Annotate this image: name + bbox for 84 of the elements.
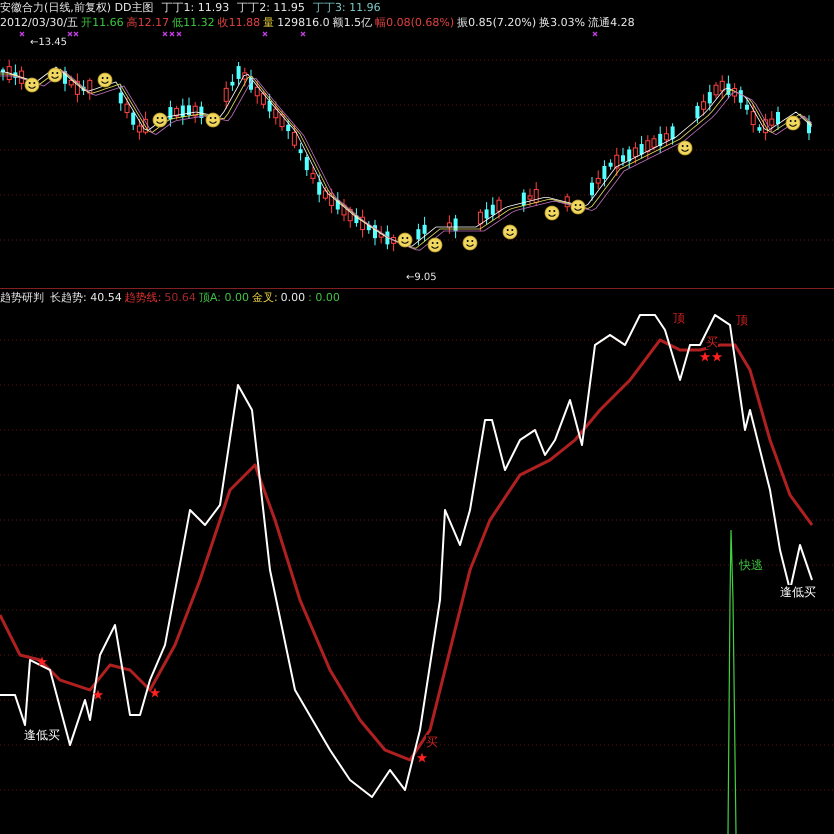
star-icon [92, 690, 104, 700]
quote-value: 开11.66 [81, 15, 124, 30]
quote-value: 流通4.28 [588, 15, 635, 30]
smiley-icon [206, 112, 220, 128]
candlestick [590, 176, 594, 202]
candlestick [522, 188, 526, 212]
quote-value: 高12.17 [126, 15, 170, 30]
signal-label: 逢低买 [780, 585, 816, 599]
candlestick [310, 166, 316, 184]
candlestick [1, 67, 5, 81]
indicator-value: 0.00 [280, 291, 306, 304]
quote-value: 2012/03/30/五 [0, 15, 78, 30]
signal-label: 买 [706, 335, 718, 349]
indicator-value: 金叉: [252, 290, 278, 305]
candlestick [621, 147, 625, 166]
indicator-title: 趋势研判 [0, 290, 44, 305]
candlestick [19, 66, 24, 90]
quote-value: 收11.88 [218, 15, 260, 30]
quote-value: 129816.0 [277, 16, 330, 29]
signal-label: 顶 [736, 313, 748, 327]
signal-label: 顶 [673, 311, 685, 325]
star-icon [416, 752, 428, 762]
smiley-icon [544, 206, 560, 220]
signal-label: 逢低买 [24, 728, 60, 742]
candlestick [416, 223, 420, 246]
quote-value: 额1.5亿 [332, 15, 372, 30]
indicator-value: 顶A: 0.00 [198, 290, 249, 305]
candlestick [564, 193, 570, 212]
signal-label: 快逃 [739, 558, 763, 572]
star-icon [36, 656, 48, 666]
smiley-icon [152, 112, 168, 128]
quote-value: 低11.32 [172, 15, 215, 30]
quote-value: 量 [263, 15, 274, 30]
signal-label: 买 [426, 735, 438, 749]
candlestick [695, 102, 700, 124]
indicator-value: : 0.00 [308, 291, 340, 304]
quote-value: 换3.03% [539, 15, 586, 30]
candlestick [454, 214, 458, 239]
cross-mark-icon [300, 31, 306, 37]
smiley-icon [678, 140, 692, 156]
candlestick [670, 122, 675, 146]
cross-mark-icon [262, 31, 268, 37]
quote-value: 振0.85(7.20%) [457, 15, 536, 30]
candlestick [168, 100, 172, 128]
candlestick [63, 66, 67, 92]
candlestick [496, 196, 502, 220]
candlestick [422, 216, 427, 242]
candlestick [249, 69, 253, 94]
smiley-icon [462, 236, 478, 250]
candlestick [490, 196, 495, 221]
smiley-icon [24, 78, 40, 92]
smiley-icon [98, 72, 112, 88]
candlestick [187, 97, 191, 120]
candlestick [391, 234, 396, 252]
cross-mark-icon [19, 31, 25, 37]
candlestick [776, 106, 780, 130]
indicator-value: 50.64 [164, 291, 196, 304]
star-icon [712, 352, 722, 362]
smiley-icon [502, 224, 518, 240]
smiley-icon [570, 200, 586, 214]
candlestick [807, 114, 811, 140]
candlestick [304, 154, 309, 176]
candlestick [745, 96, 749, 116]
quote-value: 幅0.08(0.68%) [375, 15, 454, 30]
legend-value: 丁丁1: 11.93 [162, 0, 230, 15]
legend-value: 丁丁3: 11.96 [312, 0, 381, 15]
smiley-icon [428, 238, 442, 252]
candlestick [373, 219, 377, 246]
candlestick [118, 84, 123, 112]
smiley-icon [786, 116, 800, 130]
legend-value: 丁丁2: 11.95 [237, 0, 305, 15]
candlestick [484, 202, 489, 225]
chart-title: 安徽合力(日线,前复权) DD主图 [0, 0, 154, 15]
candlestick [478, 208, 483, 232]
star-icon [700, 352, 710, 362]
star-icon [150, 688, 160, 698]
candlestick [124, 97, 130, 119]
smiley-icon [48, 68, 62, 82]
cross-mark-icon [592, 31, 598, 37]
candlestick [298, 142, 303, 162]
indicator-value: 趋势线: [124, 290, 162, 305]
indicator-value: 长趋势: 40.54 [50, 290, 122, 305]
smiley-icon [398, 232, 412, 248]
candlestick [446, 214, 452, 234]
